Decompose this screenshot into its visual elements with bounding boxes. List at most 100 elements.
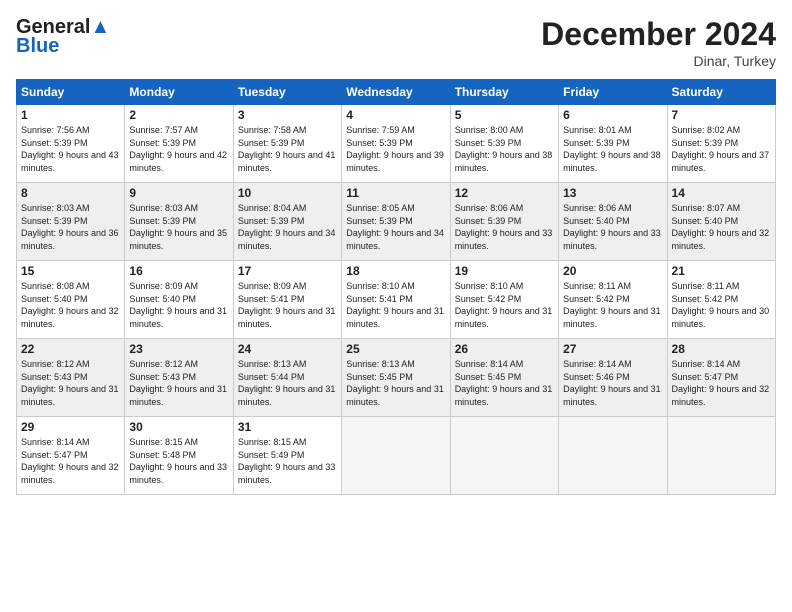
day-number: 4 — [346, 108, 445, 122]
day-info: Sunrise: 8:09 AM Sunset: 5:41 PM Dayligh… — [238, 280, 337, 330]
day-number: 16 — [129, 264, 228, 278]
day-info: Sunrise: 8:10 AM Sunset: 5:42 PM Dayligh… — [455, 280, 554, 330]
day-info: Sunrise: 7:57 AM Sunset: 5:39 PM Dayligh… — [129, 124, 228, 174]
col-sunday: Sunday — [17, 80, 125, 105]
day-number: 18 — [346, 264, 445, 278]
day-info: Sunrise: 8:01 AM Sunset: 5:39 PM Dayligh… — [563, 124, 662, 174]
day-number: 5 — [455, 108, 554, 122]
table-row: 9 Sunrise: 8:03 AM Sunset: 5:39 PM Dayli… — [125, 183, 233, 261]
day-info: Sunrise: 8:06 AM Sunset: 5:40 PM Dayligh… — [563, 202, 662, 252]
table-row: 27 Sunrise: 8:14 AM Sunset: 5:46 PM Dayl… — [559, 339, 667, 417]
col-wednesday: Wednesday — [342, 80, 450, 105]
day-number: 28 — [672, 342, 771, 356]
table-row: 12 Sunrise: 8:06 AM Sunset: 5:39 PM Dayl… — [450, 183, 558, 261]
month-year-title: December 2024 — [541, 16, 776, 53]
day-number: 3 — [238, 108, 337, 122]
page-header: General▲ Blue December 2024 Dinar, Turke… — [16, 16, 776, 69]
table-row — [559, 417, 667, 495]
day-info: Sunrise: 8:00 AM Sunset: 5:39 PM Dayligh… — [455, 124, 554, 174]
table-row: 3 Sunrise: 7:58 AM Sunset: 5:39 PM Dayli… — [233, 105, 341, 183]
day-number: 29 — [21, 420, 120, 434]
day-number: 27 — [563, 342, 662, 356]
day-info: Sunrise: 8:13 AM Sunset: 5:45 PM Dayligh… — [346, 358, 445, 408]
day-number: 17 — [238, 264, 337, 278]
day-info: Sunrise: 8:07 AM Sunset: 5:40 PM Dayligh… — [672, 202, 771, 252]
day-number: 25 — [346, 342, 445, 356]
day-info: Sunrise: 8:12 AM Sunset: 5:43 PM Dayligh… — [21, 358, 120, 408]
day-info: Sunrise: 8:09 AM Sunset: 5:40 PM Dayligh… — [129, 280, 228, 330]
day-info: Sunrise: 8:05 AM Sunset: 5:39 PM Dayligh… — [346, 202, 445, 252]
day-info: Sunrise: 7:59 AM Sunset: 5:39 PM Dayligh… — [346, 124, 445, 174]
day-info: Sunrise: 8:15 AM Sunset: 5:48 PM Dayligh… — [129, 436, 228, 486]
day-number: 19 — [455, 264, 554, 278]
day-number: 14 — [672, 186, 771, 200]
col-monday: Monday — [125, 80, 233, 105]
day-info: Sunrise: 8:11 AM Sunset: 5:42 PM Dayligh… — [672, 280, 771, 330]
day-info: Sunrise: 8:12 AM Sunset: 5:43 PM Dayligh… — [129, 358, 228, 408]
calendar-week-row: 29 Sunrise: 8:14 AM Sunset: 5:47 PM Dayl… — [17, 417, 776, 495]
table-row: 5 Sunrise: 8:00 AM Sunset: 5:39 PM Dayli… — [450, 105, 558, 183]
table-row: 8 Sunrise: 8:03 AM Sunset: 5:39 PM Dayli… — [17, 183, 125, 261]
day-number: 13 — [563, 186, 662, 200]
calendar-week-row: 8 Sunrise: 8:03 AM Sunset: 5:39 PM Dayli… — [17, 183, 776, 261]
day-info: Sunrise: 8:11 AM Sunset: 5:42 PM Dayligh… — [563, 280, 662, 330]
day-number: 24 — [238, 342, 337, 356]
table-row: 22 Sunrise: 8:12 AM Sunset: 5:43 PM Dayl… — [17, 339, 125, 417]
table-row — [667, 417, 775, 495]
day-info: Sunrise: 8:03 AM Sunset: 5:39 PM Dayligh… — [129, 202, 228, 252]
day-info: Sunrise: 8:10 AM Sunset: 5:41 PM Dayligh… — [346, 280, 445, 330]
table-row: 19 Sunrise: 8:10 AM Sunset: 5:42 PM Dayl… — [450, 261, 558, 339]
day-number: 1 — [21, 108, 120, 122]
col-saturday: Saturday — [667, 80, 775, 105]
day-info: Sunrise: 8:13 AM Sunset: 5:44 PM Dayligh… — [238, 358, 337, 408]
logo: General▲ Blue — [16, 16, 110, 58]
table-row — [450, 417, 558, 495]
table-row: 16 Sunrise: 8:09 AM Sunset: 5:40 PM Dayl… — [125, 261, 233, 339]
logo-blue: Blue — [16, 35, 59, 58]
day-number: 11 — [346, 186, 445, 200]
day-info: Sunrise: 7:58 AM Sunset: 5:39 PM Dayligh… — [238, 124, 337, 174]
col-friday: Friday — [559, 80, 667, 105]
day-number: 31 — [238, 420, 337, 434]
table-row: 24 Sunrise: 8:13 AM Sunset: 5:44 PM Dayl… — [233, 339, 341, 417]
title-block: December 2024 Dinar, Turkey — [541, 16, 776, 69]
day-info: Sunrise: 7:56 AM Sunset: 5:39 PM Dayligh… — [21, 124, 120, 174]
col-thursday: Thursday — [450, 80, 558, 105]
day-number: 26 — [455, 342, 554, 356]
day-number: 8 — [21, 186, 120, 200]
table-row: 2 Sunrise: 7:57 AM Sunset: 5:39 PM Dayli… — [125, 105, 233, 183]
day-number: 12 — [455, 186, 554, 200]
day-info: Sunrise: 8:02 AM Sunset: 5:39 PM Dayligh… — [672, 124, 771, 174]
day-info: Sunrise: 8:06 AM Sunset: 5:39 PM Dayligh… — [455, 202, 554, 252]
table-row: 4 Sunrise: 7:59 AM Sunset: 5:39 PM Dayli… — [342, 105, 450, 183]
day-number: 20 — [563, 264, 662, 278]
table-row: 7 Sunrise: 8:02 AM Sunset: 5:39 PM Dayli… — [667, 105, 775, 183]
day-info: Sunrise: 8:14 AM Sunset: 5:46 PM Dayligh… — [563, 358, 662, 408]
table-row: 18 Sunrise: 8:10 AM Sunset: 5:41 PM Dayl… — [342, 261, 450, 339]
day-number: 10 — [238, 186, 337, 200]
table-row: 15 Sunrise: 8:08 AM Sunset: 5:40 PM Dayl… — [17, 261, 125, 339]
calendar-header-row: Sunday Monday Tuesday Wednesday Thursday… — [17, 80, 776, 105]
day-number: 9 — [129, 186, 228, 200]
table-row: 26 Sunrise: 8:14 AM Sunset: 5:45 PM Dayl… — [450, 339, 558, 417]
day-info: Sunrise: 8:08 AM Sunset: 5:40 PM Dayligh… — [21, 280, 120, 330]
day-number: 30 — [129, 420, 228, 434]
day-info: Sunrise: 8:14 AM Sunset: 5:45 PM Dayligh… — [455, 358, 554, 408]
day-number: 15 — [21, 264, 120, 278]
table-row: 29 Sunrise: 8:14 AM Sunset: 5:47 PM Dayl… — [17, 417, 125, 495]
calendar-week-row: 22 Sunrise: 8:12 AM Sunset: 5:43 PM Dayl… — [17, 339, 776, 417]
day-info: Sunrise: 8:15 AM Sunset: 5:49 PM Dayligh… — [238, 436, 337, 486]
day-number: 2 — [129, 108, 228, 122]
table-row: 17 Sunrise: 8:09 AM Sunset: 5:41 PM Dayl… — [233, 261, 341, 339]
day-info: Sunrise: 8:14 AM Sunset: 5:47 PM Dayligh… — [672, 358, 771, 408]
day-number: 7 — [672, 108, 771, 122]
table-row: 11 Sunrise: 8:05 AM Sunset: 5:39 PM Dayl… — [342, 183, 450, 261]
day-info: Sunrise: 8:14 AM Sunset: 5:47 PM Dayligh… — [21, 436, 120, 486]
table-row — [342, 417, 450, 495]
calendar-table: Sunday Monday Tuesday Wednesday Thursday… — [16, 79, 776, 495]
col-tuesday: Tuesday — [233, 80, 341, 105]
table-row: 23 Sunrise: 8:12 AM Sunset: 5:43 PM Dayl… — [125, 339, 233, 417]
table-row: 13 Sunrise: 8:06 AM Sunset: 5:40 PM Dayl… — [559, 183, 667, 261]
table-row: 1 Sunrise: 7:56 AM Sunset: 5:39 PM Dayli… — [17, 105, 125, 183]
day-info: Sunrise: 8:04 AM Sunset: 5:39 PM Dayligh… — [238, 202, 337, 252]
